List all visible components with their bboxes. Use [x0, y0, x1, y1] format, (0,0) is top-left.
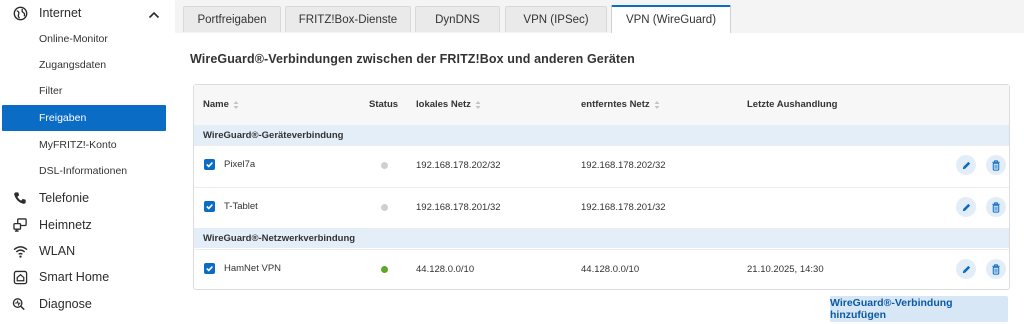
column-header-letzte-aushandlung: Letzte Aushandlung — [747, 99, 837, 110]
connection-name: Pixel7a — [224, 159, 256, 170]
delete-button[interactable] — [986, 197, 1006, 217]
trash-icon — [992, 201, 1000, 213]
sidebar: Internet Online-Monitor Zugangsdaten Fil… — [0, 0, 175, 324]
edit-button[interactable] — [956, 155, 976, 175]
sidebar-subitem-filter[interactable]: Filter — [2, 78, 166, 104]
table-row: T-Tablet 192.168.178.201/32 192.168.178.… — [194, 187, 1009, 225]
table-row: Pixel7a 192.168.178.202/32 192.168.178.2… — [194, 145, 1009, 183]
page-title: WireGuard®-Verbindungen zwischen der FRI… — [190, 52, 635, 66]
remote-network: 192.168.178.201/32 — [581, 202, 666, 213]
sidebar-subitem-myfritz-konto[interactable]: MyFRITZ!-Konto — [2, 132, 166, 158]
sidebar-item-label: Diagnose — [39, 297, 92, 311]
pencil-icon — [962, 161, 970, 169]
tab-vpn-wireguard[interactable]: VPN (WireGuard) — [611, 5, 731, 33]
column-header-name[interactable]: Name — [203, 99, 239, 110]
sidebar-item-heimnetz[interactable]: Heimnetz — [0, 212, 175, 238]
group-header-geraeteverbindung: WireGuard®-Geräteverbindung — [194, 125, 1009, 145]
pencil-icon — [962, 265, 970, 273]
local-network: 44.128.0.0/10 — [416, 264, 475, 275]
trash-icon — [992, 263, 1000, 275]
add-wireguard-connection-button[interactable]: WireGuard®-Verbindung hinzufügen — [830, 296, 1008, 322]
app-window: Internet Online-Monitor Zugangsdaten Fil… — [0, 0, 1024, 324]
smart-home-icon — [12, 269, 28, 285]
wifi-icon — [12, 243, 28, 259]
sort-icon — [654, 100, 660, 109]
local-network: 192.168.178.202/32 — [416, 160, 501, 171]
wireguard-connections-table: Name Status lokales Netz entferntes Netz… — [193, 84, 1010, 290]
phone-icon — [12, 190, 28, 206]
pencil-icon — [962, 203, 970, 211]
globe-icon — [12, 5, 28, 21]
column-header-label: Letzte Aushandlung — [747, 99, 838, 110]
sidebar-subitem-online-monitor[interactable]: Online-Monitor — [2, 26, 166, 52]
chevron-up-icon[interactable] — [148, 7, 160, 19]
row-checkbox[interactable] — [204, 201, 215, 212]
sidebar-subitem-dsl-informationen[interactable]: DSL-Informationen — [2, 158, 166, 184]
main-content: Portfreigaben FRITZ!Box-Dienste DynDNS V… — [175, 0, 1024, 324]
tab-fritzbox-dienste[interactable]: FRITZ!Box-Dienste — [285, 6, 411, 32]
status-indicator-icon — [381, 204, 388, 211]
home-network-icon — [12, 217, 28, 233]
column-header-entferntes-netz[interactable]: entferntes Netz — [581, 99, 660, 110]
row-checkbox[interactable] — [204, 159, 215, 170]
sidebar-item-label: Telefonie — [39, 191, 90, 205]
remote-network: 44.128.0.0/10 — [581, 264, 640, 275]
table-header: Name Status lokales Netz entferntes Netz… — [194, 85, 1009, 125]
sidebar-item-wlan[interactable]: WLAN — [0, 238, 175, 264]
column-header-status: Status — [369, 99, 398, 110]
sidebar-item-label: Internet — [39, 6, 82, 20]
sidebar-subitem-zugangsdaten[interactable]: Zugangsdaten — [2, 52, 166, 78]
sidebar-item-telefonie[interactable]: Telefonie — [0, 185, 175, 211]
group-header-netzwerkverbindung: WireGuard®-Netzwerkverbindung — [194, 228, 1009, 248]
column-header-label: Status — [369, 99, 399, 110]
sidebar-item-smart-home[interactable]: Smart Home — [0, 264, 175, 290]
remote-network: 192.168.178.202/32 — [581, 160, 666, 171]
status-indicator-icon — [381, 162, 388, 169]
edit-button[interactable] — [956, 197, 976, 217]
status-indicator-icon — [381, 266, 388, 273]
local-network: 192.168.178.201/32 — [416, 202, 501, 213]
sidebar-subitem-freigaben[interactable]: Freigaben — [2, 105, 166, 131]
column-header-label: Name — [203, 99, 229, 110]
sort-icon — [233, 100, 239, 109]
connection-name: HamNet VPN — [224, 263, 282, 274]
sidebar-item-internet[interactable]: Internet — [0, 0, 175, 25]
delete-button[interactable] — [986, 155, 1006, 175]
diagnose-icon — [12, 296, 28, 312]
row-checkbox[interactable] — [204, 263, 215, 274]
tab-dyndns[interactable]: DynDNS — [415, 6, 500, 32]
tab-portfreigaben[interactable]: Portfreigaben — [183, 6, 281, 32]
tab-bar: Portfreigaben FRITZ!Box-Dienste DynDNS V… — [175, 0, 1024, 33]
column-header-lokales-netz[interactable]: lokales Netz — [416, 99, 481, 110]
edit-button[interactable] — [956, 259, 976, 279]
last-handshake: 21.10.2025, 14:30 — [747, 264, 824, 275]
trash-icon — [992, 159, 1000, 171]
sort-icon — [475, 100, 481, 109]
delete-button[interactable] — [986, 259, 1006, 279]
tab-vpn-ipsec[interactable]: VPN (IPSec) — [505, 6, 607, 32]
table-row: HamNet VPN 44.128.0.0/10 44.128.0.0/10 2… — [194, 249, 1009, 287]
sidebar-item-label: Smart Home — [39, 270, 110, 284]
sidebar-item-label: Heimnetz — [39, 218, 92, 232]
column-header-label: entferntes Netz — [581, 99, 650, 110]
sidebar-item-diagnose[interactable]: Diagnose — [0, 291, 175, 317]
column-header-label: lokales Netz — [416, 99, 471, 110]
connection-name: T-Tablet — [224, 201, 258, 212]
sidebar-item-label: WLAN — [39, 244, 76, 258]
